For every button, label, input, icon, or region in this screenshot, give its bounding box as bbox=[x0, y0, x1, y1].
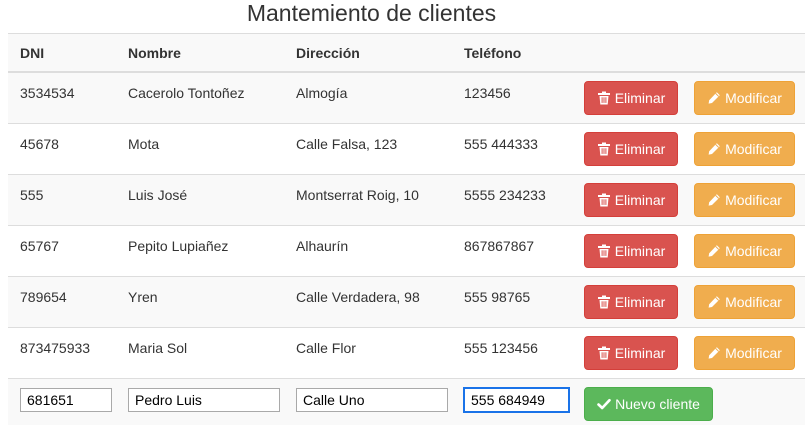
pencil-icon bbox=[708, 143, 720, 155]
cell-telefono: 867867867 bbox=[464, 238, 535, 254]
cell-dni: 789654 bbox=[20, 289, 67, 305]
cell-telefono: 123456 bbox=[464, 85, 511, 101]
cell-dni: 65767 bbox=[20, 238, 59, 254]
cell-dni: 45678 bbox=[20, 136, 59, 152]
cell-nombre: Pepito Lupiañez bbox=[128, 238, 229, 254]
pencil-icon bbox=[708, 296, 720, 308]
new-client-label: Nuevo cliente bbox=[615, 396, 700, 412]
edit-label: Modificar bbox=[725, 294, 782, 310]
pencil-icon bbox=[708, 194, 720, 206]
trash-icon bbox=[597, 244, 610, 258]
cell-telefono: 555 98765 bbox=[464, 289, 531, 305]
cell-nombre: Yren bbox=[128, 289, 158, 305]
cell-telefono: 5555 234233 bbox=[464, 187, 546, 203]
delete-label: Eliminar bbox=[614, 294, 666, 310]
edit-label: Modificar bbox=[725, 345, 782, 361]
pencil-icon bbox=[708, 92, 720, 104]
header-direccion: Dirección bbox=[296, 45, 360, 61]
table-row: 873475933 Maria Sol Calle Flor 555 123456 El… bbox=[8, 328, 805, 379]
header-telefono: Teléfono bbox=[464, 45, 522, 61]
new-client-button[interactable]: Nuevo cliente bbox=[584, 387, 713, 421]
dni-field[interactable] bbox=[20, 388, 112, 412]
cell-nombre: Maria Sol bbox=[128, 340, 188, 356]
delete-label: Eliminar bbox=[614, 90, 666, 106]
trash-icon bbox=[597, 91, 610, 105]
delete-button[interactable]: Eliminar bbox=[584, 132, 678, 166]
delete-button[interactable]: Eliminar bbox=[584, 234, 678, 268]
cell-direccion: Calle Flor bbox=[296, 340, 356, 356]
cell-direccion: Calle Falsa, 123 bbox=[296, 136, 398, 152]
cell-direccion: Almogía bbox=[296, 85, 348, 101]
edit-label: Modificar bbox=[725, 141, 782, 157]
delete-button[interactable]: Eliminar bbox=[584, 285, 678, 319]
page-title: Mantemiento de clientes bbox=[246, 0, 497, 26]
pencil-icon bbox=[708, 347, 720, 359]
nombre-field[interactable] bbox=[128, 388, 280, 412]
cell-direccion: Montserrat Roig, 10 bbox=[296, 187, 419, 203]
header-nombre: Nombre bbox=[128, 45, 181, 61]
clients-table: DNI Nombre Dirección Teléfono 3534534 Cac… bbox=[8, 33, 805, 425]
check-icon bbox=[597, 398, 611, 410]
edit-button[interactable]: Modificar bbox=[694, 336, 795, 370]
edit-button[interactable]: Modificar bbox=[694, 285, 795, 319]
cell-nombre: Mota bbox=[128, 136, 160, 152]
table-header: DNI Nombre Dirección Teléfono bbox=[8, 34, 805, 73]
delete-label: Eliminar bbox=[614, 345, 666, 361]
cell-dni: 555 bbox=[20, 187, 44, 203]
cell-dni: 3534534 bbox=[20, 85, 75, 101]
delete-button[interactable]: Eliminar bbox=[584, 336, 678, 370]
trash-icon bbox=[597, 193, 610, 207]
table-row: 65767 Pepito Lupiañez Alhaurín 867867867 Eli… bbox=[8, 226, 805, 277]
telefono-field[interactable] bbox=[463, 387, 570, 413]
header-dni: DNI bbox=[20, 45, 45, 61]
new-client-form: Nuevo cliente bbox=[8, 379, 805, 425]
edit-label: Modificar bbox=[725, 90, 782, 106]
cell-nombre: Luis José bbox=[128, 187, 188, 203]
table-row: 789654 Yren Calle Verdadera, 98 555 98765 El… bbox=[8, 277, 805, 328]
cell-telefono: 555 123456 bbox=[464, 340, 538, 356]
edit-button[interactable]: Modificar bbox=[694, 132, 795, 166]
direccion-field[interactable] bbox=[296, 388, 448, 412]
trash-icon bbox=[597, 142, 610, 156]
cell-dni: 873475933 bbox=[20, 340, 91, 356]
cell-direccion: Calle Verdadera, 98 bbox=[296, 289, 420, 305]
edit-label: Modificar bbox=[725, 192, 782, 208]
edit-label: Modificar bbox=[725, 243, 782, 259]
table-row: 45678 Mota Calle Falsa, 123 555 444333 Elimi… bbox=[8, 124, 805, 175]
edit-button[interactable]: Modificar bbox=[694, 183, 795, 217]
delete-button[interactable]: Eliminar bbox=[584, 81, 678, 115]
edit-button[interactable]: Modificar bbox=[694, 81, 795, 115]
delete-label: Eliminar bbox=[614, 243, 666, 259]
trash-icon bbox=[597, 346, 610, 360]
table-row: 555 Luis José Montserrat Roig, 10 5555 2342… bbox=[8, 175, 805, 226]
cell-nombre: Cacerolo Tontoñez bbox=[128, 85, 245, 101]
pencil-icon bbox=[708, 245, 720, 257]
delete-label: Eliminar bbox=[614, 141, 666, 157]
cell-direccion: Alhaurín bbox=[296, 238, 349, 254]
delete-button[interactable]: Eliminar bbox=[584, 183, 678, 217]
trash-icon bbox=[597, 295, 610, 309]
edit-button[interactable]: Modificar bbox=[694, 234, 795, 268]
table-row: 3534534 Cacerolo Tontoñez Almogía 123456 Eli… bbox=[8, 73, 805, 124]
delete-label: Eliminar bbox=[614, 192, 666, 208]
cell-telefono: 555 444333 bbox=[464, 136, 538, 152]
